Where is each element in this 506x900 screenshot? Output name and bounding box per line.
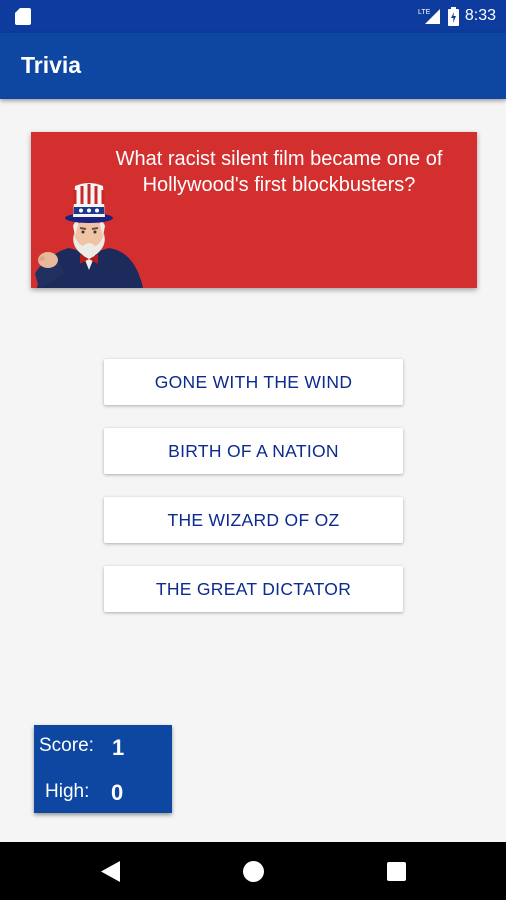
navigation-bar bbox=[0, 842, 506, 900]
signal-icon: LTE bbox=[418, 9, 440, 24]
status-icons: LTE 8:33 bbox=[418, 5, 496, 27]
score-panel: Score: 1 High: 0 bbox=[34, 725, 172, 813]
recents-icon[interactable] bbox=[387, 862, 406, 881]
high-score-value: 0 bbox=[111, 780, 124, 805]
answer-button-3[interactable]: THE WIZARD OF OZ bbox=[104, 497, 403, 543]
back-icon[interactable] bbox=[101, 861, 120, 882]
score-label: Score: bbox=[39, 735, 94, 756]
question-text: What racist silent film became one of Ho… bbox=[115, 148, 443, 196]
sd-card-icon bbox=[15, 8, 31, 25]
app-title: Trivia bbox=[21, 52, 82, 78]
score-value: 1 bbox=[112, 735, 125, 760]
answer-button-2[interactable]: BIRTH OF A NATION bbox=[104, 428, 403, 474]
high-score-label: High: bbox=[45, 781, 90, 802]
answer-button-1[interactable]: GONE WITH THE WIND bbox=[104, 359, 403, 405]
battery-icon bbox=[447, 6, 459, 26]
network-label: LTE bbox=[418, 9, 431, 16]
answer-button-4[interactable]: THE GREAT DICTATOR bbox=[104, 566, 403, 612]
status-bar: LTE 8:33 bbox=[0, 0, 506, 33]
home-icon[interactable] bbox=[243, 861, 264, 882]
clock: 8:33 bbox=[464, 7, 496, 24]
app-bar: Trivia bbox=[0, 33, 506, 99]
question-card: What racist silent film became one of Ho… bbox=[31, 132, 477, 288]
